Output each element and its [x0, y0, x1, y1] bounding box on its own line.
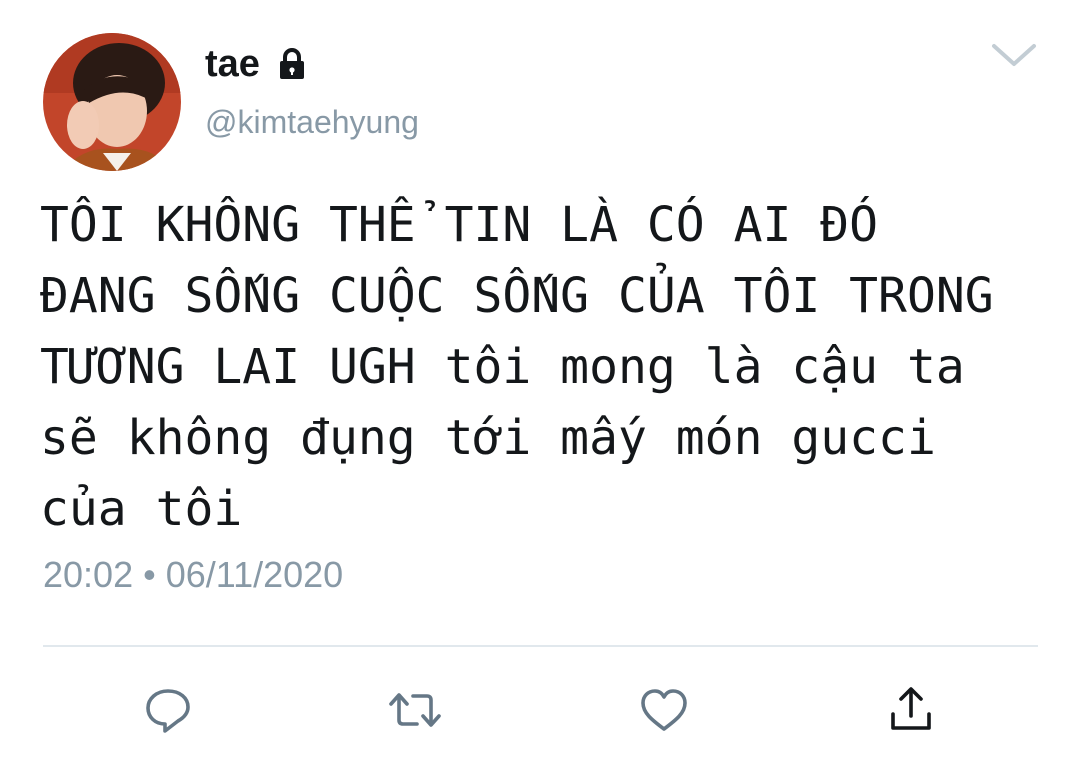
retweet-icon	[387, 684, 443, 736]
retweet-button[interactable]	[388, 683, 442, 737]
display-name[interactable]: tae	[205, 40, 260, 88]
avatar[interactable]	[43, 33, 181, 171]
share-button[interactable]	[884, 683, 938, 737]
tweet-timestamp[interactable]: 20:02 • 06/11/2020	[43, 553, 343, 597]
share-icon	[885, 684, 937, 736]
lock-icon	[274, 46, 310, 82]
heart-icon	[638, 686, 690, 734]
user-handle[interactable]: @kimtaehyung	[205, 102, 419, 142]
user-name-row: tae	[205, 40, 310, 88]
profile-photo	[43, 33, 181, 171]
divider	[43, 645, 1038, 647]
chevron-down-icon[interactable]	[988, 38, 1040, 72]
tweet-text: TÔI KHÔNG THỂ TIN LÀ CÓ AI ĐÓ ĐANG SỐNG …	[40, 197, 994, 537]
reply-icon	[142, 684, 194, 736]
like-button[interactable]	[637, 683, 691, 737]
reply-button[interactable]	[141, 683, 195, 737]
